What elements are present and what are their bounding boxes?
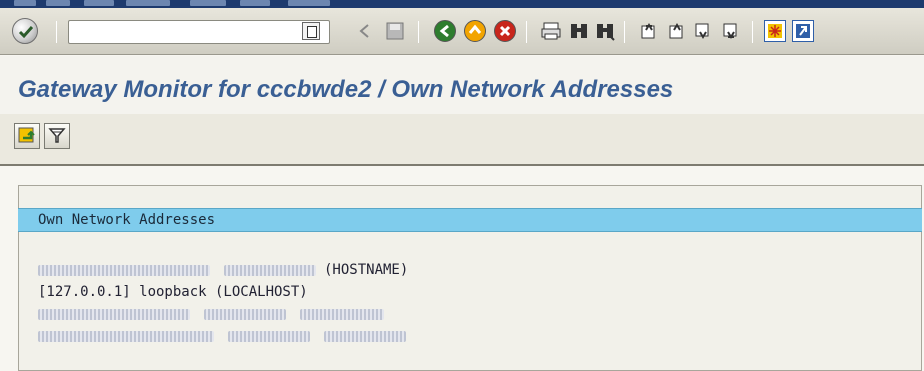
list-item[interactable] (38, 303, 420, 325)
redacted-text (38, 308, 190, 320)
find-icon[interactable] (568, 20, 590, 42)
enter-icon[interactable] (12, 18, 38, 44)
redacted-text (300, 308, 384, 320)
redacted-text (228, 330, 310, 342)
redacted-text (38, 264, 210, 276)
list-item[interactable] (38, 325, 420, 347)
previous-page-icon[interactable] (666, 20, 688, 42)
menu-bar[interactable] (0, 0, 924, 8)
command-history-icon[interactable] (302, 22, 320, 40)
cancel-icon[interactable] (494, 20, 516, 42)
save-icon[interactable] (384, 20, 406, 42)
refresh-icon[interactable] (14, 123, 40, 149)
print-icon[interactable] (540, 20, 562, 42)
list-item[interactable]: [127.0.0.1] loopback (LOCALHOST) (38, 281, 420, 303)
shortcut-icon[interactable] (792, 20, 814, 42)
back-icon[interactable] (434, 20, 456, 42)
create-session-icon[interactable] (764, 20, 786, 42)
list-header: Own Network Addresses (18, 208, 922, 232)
title-bar: Gateway Monitor for cccbwde2 / Own Netwo… (0, 56, 924, 114)
exit-icon[interactable] (464, 20, 486, 42)
command-field[interactable] (68, 20, 330, 44)
back-nav-icon[interactable] (354, 20, 376, 42)
application-toolbar (0, 114, 924, 166)
list-item-label: [127.0.0.1] loopback (LOCALHOST) (38, 284, 308, 300)
next-page-icon[interactable] (692, 20, 714, 42)
redacted-text (324, 330, 406, 342)
filter-icon[interactable] (44, 123, 70, 149)
redacted-text (204, 308, 286, 320)
redacted-text (38, 330, 214, 342)
standard-toolbar (0, 8, 924, 55)
find-next-icon[interactable] (594, 20, 616, 42)
list-item-label: (HOSTNAME) (324, 262, 409, 278)
redacted-text (224, 264, 316, 276)
page-title: Gateway Monitor for cccbwde2 / Own Netwo… (18, 76, 674, 103)
list-item[interactable]: (HOSTNAME) (38, 259, 420, 281)
last-page-icon[interactable] (720, 20, 742, 42)
first-page-icon[interactable] (638, 20, 660, 42)
address-list: (HOSTNAME) [127.0.0.1] loopback (LOCALHO… (38, 259, 420, 347)
